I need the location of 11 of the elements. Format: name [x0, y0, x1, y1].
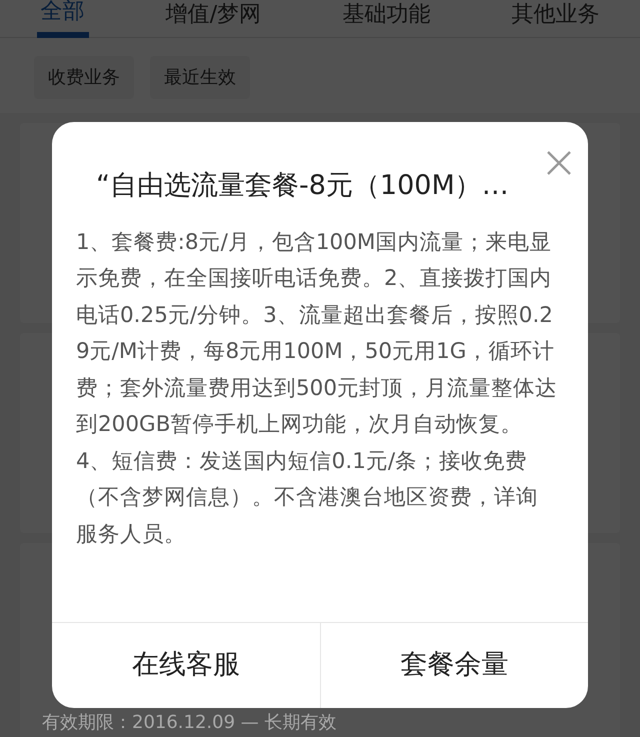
filter-chip[interactable]: 最近生效 [150, 56, 250, 99]
validity-text: 有效期限：2016.12.09 — 长期有效 [42, 712, 337, 734]
close-icon[interactable] [546, 150, 572, 176]
tab[interactable]: 基础功能 [338, 0, 434, 38]
dialog-title: “自由选流量套餐-8元（100M）… [96, 169, 510, 203]
dialog-button[interactable]: 在线客服 [52, 623, 320, 708]
dialog-text: 1、套餐费:8元/月，包含100M国内流量；来电显示免费，在全国接听电话免费。2、直接拨打国内电话0.25元/分钟。3、流量超出套餐后，按照0.29元/M计费，每8元用100M，50元用1G，循环计费；套外流量费用达到500元封顶，月流量整体达到200GB暂停手机上网功能，次月自动恢复。4、短信费：发送国内短信0.1元/条；接收免费（不含梦网信息）。不含港澳台地区资费，详询服务人员。 [75, 228, 558, 548]
tab[interactable]: 其他业务 [507, 0, 604, 38]
tab[interactable]: 增值/梦网 [162, 0, 266, 38]
filter-chip[interactable]: 收费业务 [34, 56, 134, 99]
dialog-button[interactable]: 套餐余量 [320, 623, 588, 708]
